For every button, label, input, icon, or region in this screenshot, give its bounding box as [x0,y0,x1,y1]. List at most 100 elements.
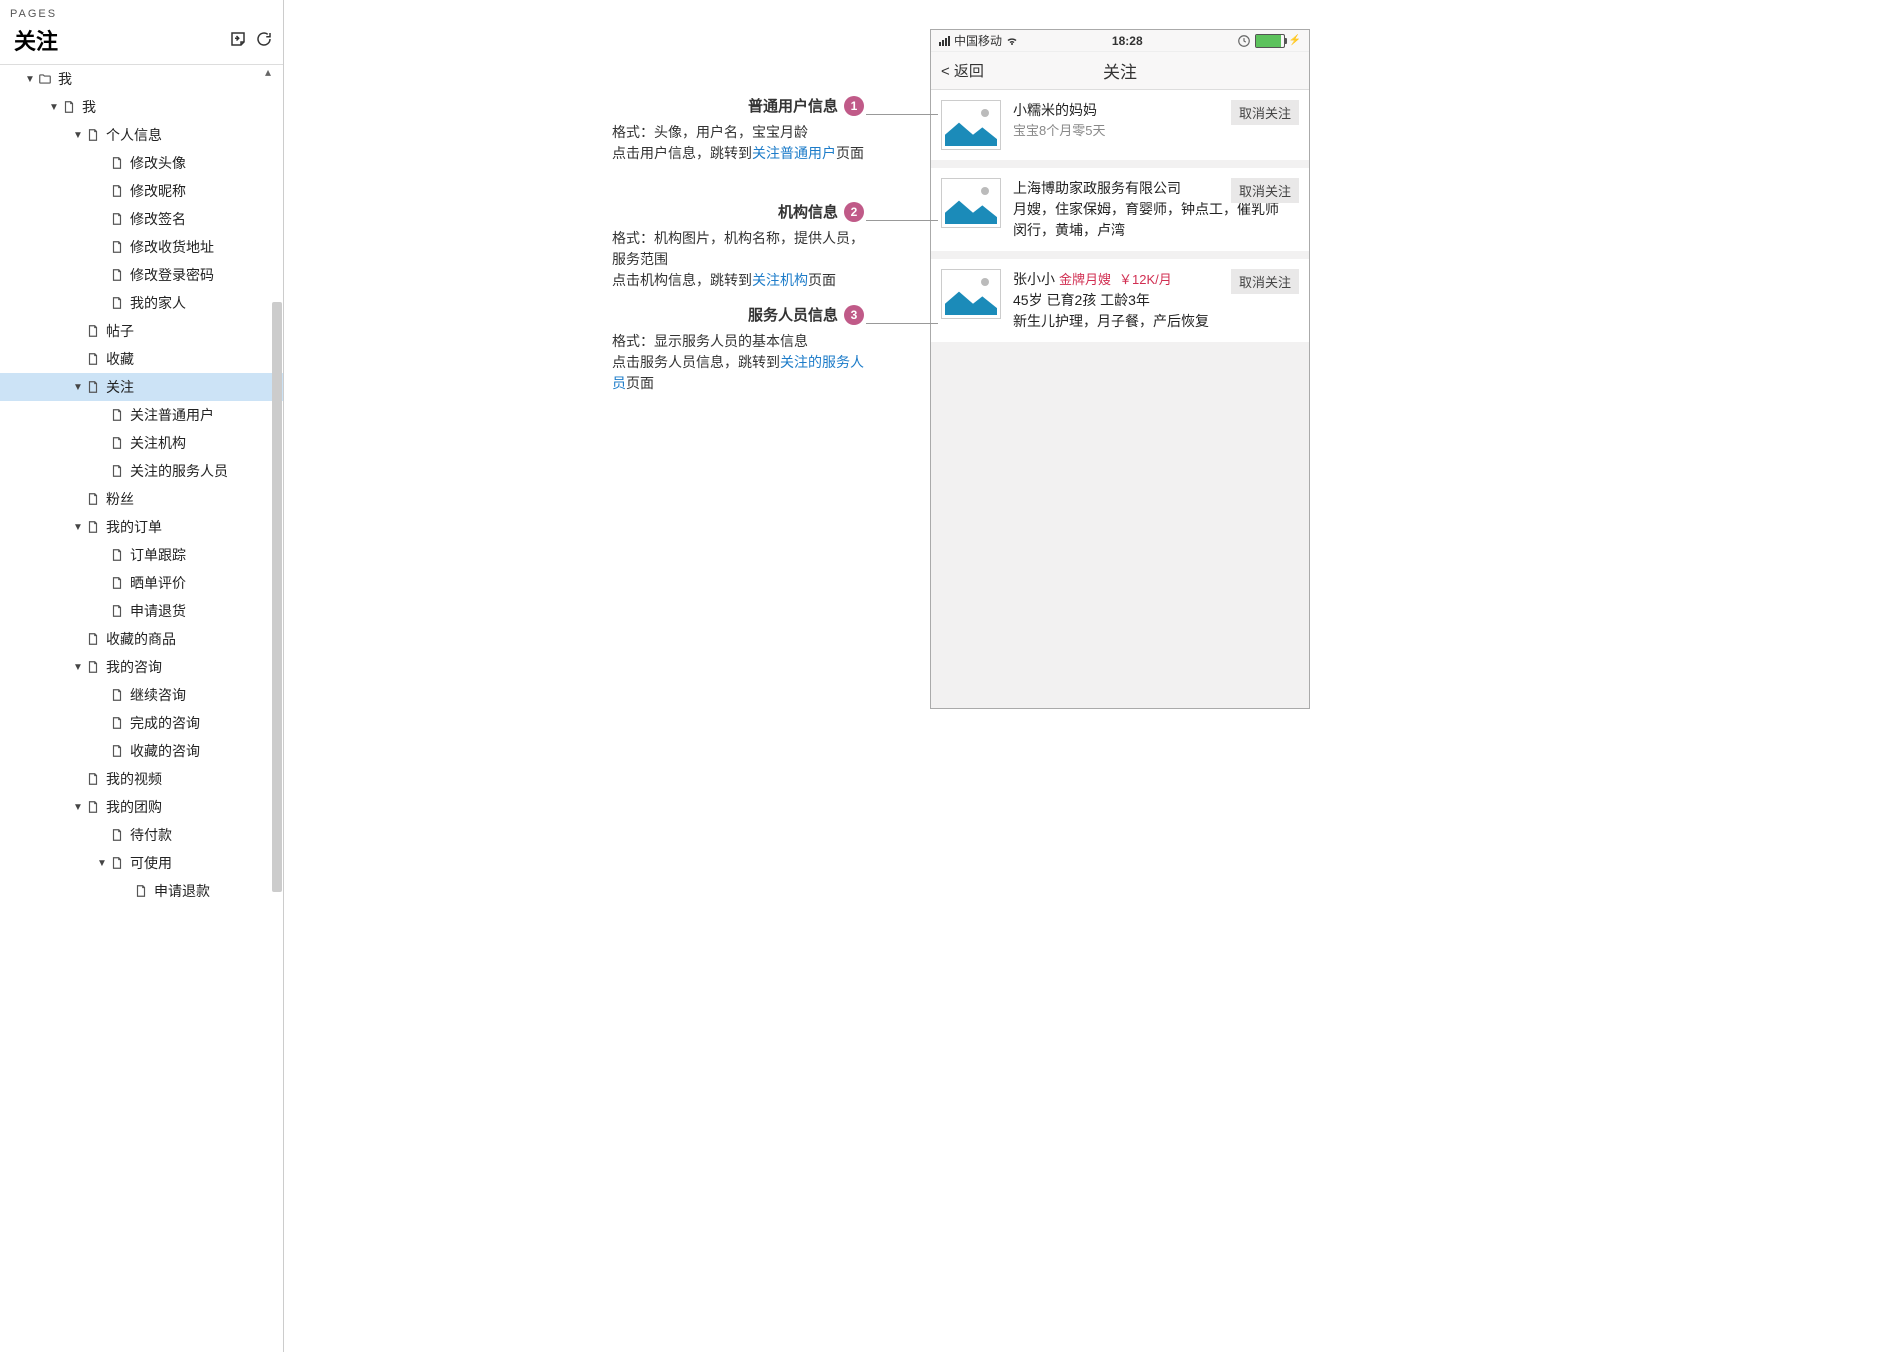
tree-item[interactable]: ▼收藏 [0,345,283,373]
toggle-icon[interactable]: ▼ [72,130,84,141]
annotation-desc: 格式：机构图片，机构名称，提供人员，服务范围点击机构信息，跳转到关注机构页面 [612,228,864,291]
tree-item-label: 我的团购 [106,797,162,817]
nav-title: 关注 [1103,58,1137,83]
unfollow-button[interactable]: 取消关注 [1231,269,1299,294]
back-button[interactable]: < 返回 [941,60,984,81]
tree-item[interactable]: ▼继续咨询 [0,681,283,709]
tree-item-label: 完成的咨询 [130,713,200,733]
annotation-connector [866,220,938,221]
tree-item[interactable]: ▼ 我的团购 [0,793,283,821]
annotation: 服务人员信息3格式：显示服务人员的基本信息点击服务人员信息，跳转到关注的服务人员… [594,304,864,394]
annotation-desc: 格式：头像，用户名，宝宝月龄点击用户信息，跳转到关注普通用户页面 [612,122,864,164]
export-icon[interactable] [229,30,247,51]
tree-item[interactable]: ▼修改收货地址 [0,233,283,261]
tree-item-label: 修改登录密码 [130,265,214,285]
annotation-link[interactable]: 关注的服务人员 [612,354,864,391]
tree-item-label: 申请退货 [130,601,186,621]
tree-item[interactable]: ▼ 可使用 [0,849,283,877]
phone-content[interactable]: 小糯米的妈妈宝宝8个月零5天取消关注上海博助家政服务有限公司月嫂，住家保姆，育婴… [931,90,1309,708]
unfollow-button[interactable]: 取消关注 [1231,178,1299,203]
phone-mockup: 中国移动 18:28 ⚡ < 返回 关注 小糯米的妈妈宝宝8个月零5天取消关注上… [930,29,1310,709]
sidebar-scrollbar[interactable] [271,66,283,1352]
tree-item-label: 我的咨询 [106,657,162,677]
charging-icon: ⚡ [1289,35,1301,46]
page-tree[interactable]: ▴ ▼我▼我▼个人信息▼修改头像▼修改昵称▼修改签名▼修改收货地址▼修改登录密码… [0,65,283,1351]
nav-bar: < 返回 关注 [931,52,1309,90]
tree-item-label: 申请退款 [154,881,210,901]
tree-item-label: 可使用 [130,853,172,873]
refresh-icon[interactable] [255,30,273,51]
annotation-link[interactable]: 关注普通用户 [752,145,836,161]
sidebar-scrollbar-thumb[interactable] [272,302,282,892]
toggle-icon[interactable]: ▼ [24,74,36,85]
tree-item[interactable]: ▼我 [0,65,283,93]
wifi-icon [1006,35,1018,47]
tree-item-label: 个人信息 [106,125,162,145]
badge-price: ￥12K/月 [1119,272,1172,287]
tree-item[interactable]: ▼ 个人信息 [0,121,283,149]
tree-item-label: 收藏的商品 [106,629,176,649]
annotation-connector [866,114,938,115]
tree-item[interactable]: ▼我的视频 [0,765,283,793]
tree-item-label: 修改签名 [130,209,186,229]
tree-item[interactable]: ▼晒单评价 [0,569,283,597]
tree-item[interactable]: ▼粉丝 [0,485,283,513]
annotation-desc: 格式：显示服务人员的基本信息点击服务人员信息，跳转到关注的服务人员页面 [612,331,864,394]
annotation: 普通用户信息1格式：头像，用户名，宝宝月龄点击用户信息，跳转到关注普通用户页面 [594,95,864,164]
tree-item[interactable]: ▼修改登录密码 [0,261,283,289]
tree-item-label: 关注机构 [130,433,186,453]
tree-item[interactable]: ▼ 关注 [0,373,283,401]
carrier-label: 中国移动 [954,32,1002,49]
tree-item-label: 我的家人 [130,293,186,313]
status-bar: 中国移动 18:28 ⚡ [931,30,1309,52]
unfollow-button[interactable]: 取消关注 [1231,100,1299,125]
tree-item[interactable]: ▼修改签名 [0,205,283,233]
tree-item[interactable]: ▼订单跟踪 [0,541,283,569]
tree-item[interactable]: ▼完成的咨询 [0,709,283,737]
tree-item-label: 订单跟踪 [130,545,186,565]
tree-item-label: 关注 [106,377,134,397]
toggle-icon[interactable]: ▼ [72,382,84,393]
toggle-icon[interactable]: ▼ [96,858,108,869]
tree-item[interactable]: ▼申请退货 [0,597,283,625]
tree-item[interactable]: ▼ 我的咨询 [0,653,283,681]
avatar-placeholder [941,100,1001,150]
tree-item-label: 关注的服务人员 [130,461,228,481]
toggle-icon[interactable]: ▼ [48,102,60,113]
tree-item-label: 修改头像 [130,153,186,173]
status-time: 18:28 [1112,34,1143,48]
battery-icon [1255,34,1285,48]
tree-item[interactable]: ▼ 我的订单 [0,513,283,541]
tree-item[interactable]: ▼收藏的商品 [0,625,283,653]
tree-item-label: 我 [58,69,72,89]
tree-item-label: 收藏的咨询 [130,741,200,761]
tree-item[interactable]: ▼关注的服务人员 [0,457,283,485]
annotation-link[interactable]: 关注机构 [752,272,808,288]
tree-item[interactable]: ▼我 [0,93,283,121]
toggle-icon[interactable]: ▼ [72,662,84,673]
tree-item-label: 粉丝 [106,489,134,509]
tree-item-label: 关注普通用户 [130,405,214,425]
tree-item[interactable]: ▼我的家人 [0,289,283,317]
tree-item[interactable]: ▼待付款 [0,821,283,849]
follow-item[interactable]: 张小小金牌月嫂￥12K/月45岁 已育2孩 工龄3年新生儿护理，月子餐，产后恢复… [931,259,1309,342]
tree-item-label: 帖子 [106,321,134,341]
tree-item[interactable]: ▼修改头像 [0,149,283,177]
tree-item[interactable]: ▼帖子 [0,317,283,345]
tree-item-label: 我的订单 [106,517,162,537]
tree-item[interactable]: ▼关注普通用户 [0,401,283,429]
tree-item-label: 晒单评价 [130,573,186,593]
tree-item[interactable]: ▼关注机构 [0,429,283,457]
canvas: 中国移动 18:28 ⚡ < 返回 关注 小糯米的妈妈宝宝8个月零5天取消关注上… [284,0,1888,1352]
annotation-connector [866,323,938,324]
toggle-icon[interactable]: ▼ [72,802,84,813]
toggle-icon[interactable]: ▼ [72,522,84,533]
tree-item-label: 修改收货地址 [130,237,214,257]
tree-item[interactable]: ▼收藏的咨询 [0,737,283,765]
follow-sub: 闵行，黄埔，卢湾 [1013,220,1299,241]
tree-item[interactable]: ▼申请退款 [0,877,283,905]
page-title-row: 关注 [0,24,283,65]
tree-item[interactable]: ▼修改昵称 [0,177,283,205]
follow-item[interactable]: 上海博助家政服务有限公司月嫂，住家保姆，育婴师，钟点工，催乳师闵行，黄埔，卢湾取… [931,168,1309,251]
follow-item[interactable]: 小糯米的妈妈宝宝8个月零5天取消关注 [931,90,1309,160]
